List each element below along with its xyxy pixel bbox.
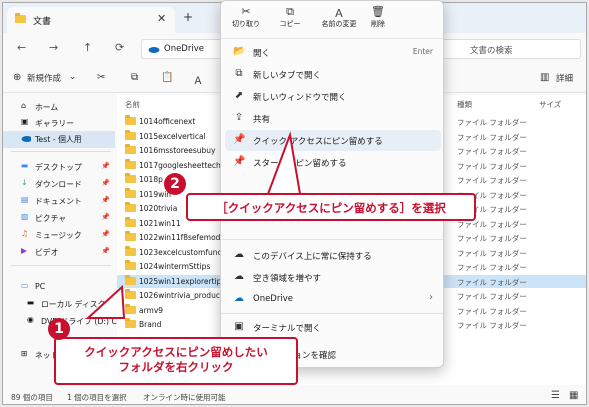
step-one-badge: 1 <box>48 318 70 340</box>
callout-one-text-1: クイックアクセスにピン留めしたい <box>84 345 268 359</box>
callout-two-text: ［クイックアクセスにピン留めする］を選択 <box>216 201 446 215</box>
callout-two-pointer <box>266 131 302 195</box>
step-two-badge: 2 <box>164 173 186 195</box>
callout-one-text-2: フォルダを右クリック <box>118 359 234 374</box>
callout-one: クイックアクセスにピン留めしたい フォルダを右クリック <box>54 337 298 385</box>
callout-one-pointer <box>85 284 126 319</box>
callout-two: ［クイックアクセスにピン留めする］を選択 <box>186 193 476 221</box>
